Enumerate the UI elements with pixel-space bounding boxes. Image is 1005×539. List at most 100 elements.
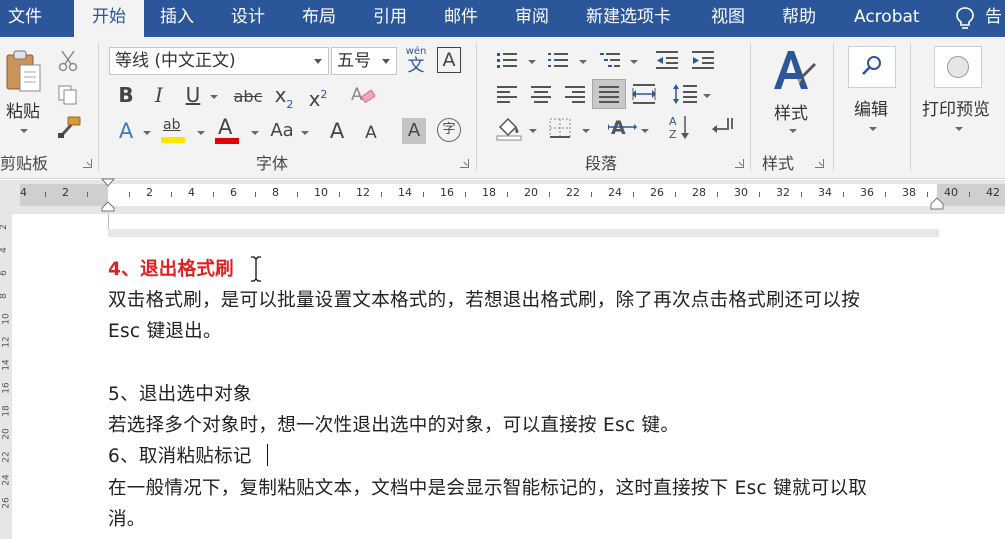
format-painter-icon[interactable] [56,115,82,139]
highlight-icon[interactable]: ab [160,117,188,147]
change-case-dropdown-caret[interactable] [301,131,309,135]
tab-layout[interactable]: 布局 [302,0,336,37]
show-paragraph-marks-icon[interactable] [708,115,736,139]
asian-layout-dropdown-caret[interactable] [641,129,649,133]
tab-references[interactable]: 引用 [373,0,407,37]
styles-button[interactable]: 样式 [774,99,808,124]
paragraph-line[interactable]: 消。 [108,505,146,531]
print-preview-dropdown-caret[interactable] [955,127,963,131]
highlight-glyph: ab [163,117,181,133]
strikethrough-icon[interactable]: abc [230,83,266,111]
tab-new-tab[interactable]: 新建选项卡 [586,0,671,37]
shading-dropdown-caret[interactable] [529,129,537,133]
clear-formatting-icon[interactable]: A [350,83,376,107]
tab-mailings[interactable]: 邮件 [444,0,478,37]
decrease-indent-icon[interactable] [654,49,680,71]
change-case-icon[interactable]: Aa [267,117,297,145]
line-spacing-dropdown-caret[interactable] [703,94,711,98]
text-effects-icon[interactable]: A [114,117,138,145]
paragraph-line[interactable]: 双击格式刷，是可以批量设置文本格式的，若想退出格式刷，除了再次点击格式刷还可以按 [108,286,860,312]
superscript-icon[interactable]: x2 [305,81,331,113]
subscript-icon[interactable]: x2 [271,81,297,119]
tab-help[interactable]: 帮助 [782,0,816,37]
underline-icon[interactable]: U [181,81,205,109]
paste-dropdown-caret[interactable] [20,129,28,133]
font-color-dropdown-caret[interactable] [251,131,259,135]
paste-button[interactable]: 粘贴 [6,97,40,122]
right-indent-marker-icon[interactable] [930,197,944,211]
editing-dropdown-caret[interactable] [869,127,877,131]
paste-icon[interactable] [4,49,44,93]
tab-design[interactable]: 设计 [231,0,265,37]
shrink-font-icon[interactable]: A [360,119,382,147]
enclose-characters-icon[interactable]: 字 [437,118,461,142]
paragraph-line[interactable]: 在一般情况下，复制粘贴文本，文档中是会显示智能标记的，这时直接按下 Esc 键就… [108,474,867,500]
cut-icon[interactable] [56,49,80,73]
line-spacing-icon[interactable] [672,82,698,106]
grow-font-icon[interactable]: A [325,117,349,145]
numbering-dropdown-caret[interactable] [579,60,587,64]
ruler-number: 42 [986,186,1000,199]
font-color-glyph: A [218,115,233,139]
highlight-dropdown-caret[interactable] [197,131,205,135]
heading-exit-selected-object[interactable]: 5、退出选中对象 [108,380,252,406]
justify-icon [599,85,619,103]
tab-acrobat[interactable]: Acrobat [854,0,920,37]
distributed-icon[interactable] [631,82,657,106]
paragraph-line[interactable]: 若选择多个对象时，想一次性退出选中的对象，可以直接按 Esc 键。 [108,411,679,437]
font-color-icon[interactable]: A [214,115,242,147]
bold-icon[interactable]: B [114,81,138,109]
bullets-icon[interactable] [497,51,517,69]
vertical-ruler[interactable] [0,214,12,539]
group-label-paragraph: 段落 [585,154,618,173]
print-preview-button[interactable]: 打印预览 [922,95,990,120]
tab-home[interactable]: 开始 [74,0,144,37]
font-name-value: 等线 (中文正文) [115,51,236,71]
tab-review[interactable]: 审阅 [515,0,549,37]
lightbulb-icon[interactable] [955,6,975,32]
heading-exit-format-painter[interactable]: 4、退出格式刷 [108,255,234,281]
styles-icon[interactable] [770,47,816,93]
search-icon[interactable] [860,54,884,78]
character-shading-icon[interactable]: A [402,118,426,144]
text-effects-dropdown-caret[interactable] [143,131,151,135]
page-separator [108,229,939,237]
ruler-tick [801,192,802,197]
paragraph-line[interactable]: Esc 键退出。 [108,317,222,343]
chevron-down-icon[interactable] [382,59,390,64]
chevron-down-icon[interactable] [314,59,322,64]
font-launcher-icon[interactable] [460,159,469,168]
increase-indent-icon[interactable] [690,49,716,71]
phonetic-guide-icon[interactable]: wén 文 [404,47,428,77]
underline-dropdown-caret[interactable] [210,95,218,99]
asian-layout-icon[interactable]: A [608,115,638,141]
bullets-dropdown-caret[interactable] [528,60,536,64]
align-right-icon[interactable] [565,85,585,103]
numbering-icon[interactable] [548,51,568,69]
borders-dropdown-caret[interactable] [582,129,590,133]
character-border-icon[interactable]: A [437,47,461,73]
tab-insert[interactable]: 插入 [160,0,194,37]
clipboard-launcher-icon[interactable] [83,159,92,168]
font-size-combo[interactable]: 五号 [331,47,397,75]
borders-icon[interactable] [548,117,572,139]
align-left-icon[interactable] [497,85,517,103]
styles-dropdown-caret[interactable] [789,129,797,133]
paragraph-launcher-icon[interactable] [735,159,744,168]
tab-tell-me[interactable]: 告 [985,0,1002,37]
tab-file[interactable]: 文件 [8,0,42,37]
editing-button[interactable]: 编辑 [854,95,888,120]
indent-markers-icon[interactable] [101,178,115,212]
italic-icon[interactable]: I [148,81,170,109]
copy-icon[interactable] [56,83,80,107]
font-name-combo[interactable]: 等线 (中文正文) [109,47,329,75]
print-preview-icon[interactable] [947,56,969,78]
styles-launcher-icon[interactable] [815,159,824,168]
align-center-icon[interactable] [531,85,551,103]
multilevel-list-icon[interactable] [600,51,620,69]
multilevel-list-dropdown-caret[interactable] [630,60,638,64]
shading-icon[interactable] [495,115,523,141]
sort-icon[interactable]: A Z [668,113,692,141]
tab-view[interactable]: 视图 [711,0,745,37]
heading-cancel-paste-mark[interactable]: 6、取消粘贴标记 [108,442,252,468]
